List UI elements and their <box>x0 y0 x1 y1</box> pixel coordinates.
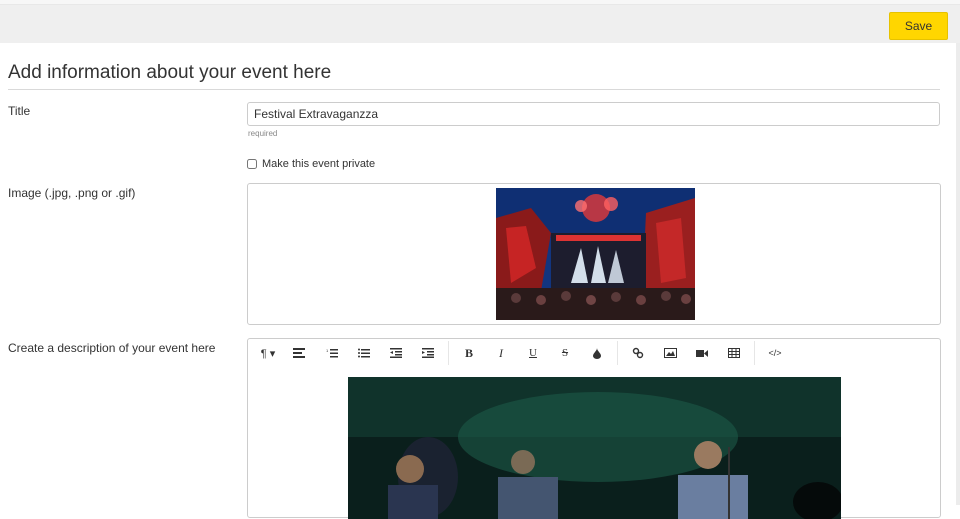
svg-text:1: 1 <box>326 348 329 353</box>
private-checkbox[interactable] <box>247 159 257 169</box>
save-button[interactable]: Save <box>889 12 948 40</box>
color-icon[interactable] <box>581 341 613 365</box>
image-upload-area[interactable] <box>247 183 941 325</box>
paragraph-style-icon[interactable]: ¶ ▾ <box>252 341 284 365</box>
description-label: Create a description of your event here <box>8 341 216 355</box>
strikethrough-icon[interactable]: S <box>549 341 581 365</box>
format-group: B I U S <box>449 341 618 365</box>
image-label: Image (.jpg, .png or .gif) <box>8 186 136 200</box>
scrollbar[interactable] <box>956 43 960 505</box>
page-title: Add information about your event here <box>8 62 332 83</box>
description-editor[interactable]: ¶ ▾ 1 B I U S </> <box>247 338 941 519</box>
underline-icon[interactable]: U <box>517 341 549 365</box>
unordered-list-icon[interactable] <box>348 341 380 365</box>
insert-group <box>618 341 755 365</box>
video-icon[interactable] <box>686 341 718 365</box>
event-image <box>496 188 695 320</box>
bold-icon[interactable]: B <box>453 341 485 365</box>
italic-icon[interactable]: I <box>485 341 517 365</box>
outdent-icon[interactable] <box>380 341 412 365</box>
indent-icon[interactable] <box>412 341 444 365</box>
paragraph-group: ¶ ▾ 1 <box>248 341 449 365</box>
title-label: Title <box>8 104 31 118</box>
code-group: </> <box>755 341 795 365</box>
align-icon[interactable] <box>284 341 316 365</box>
title-help-text: required <box>248 129 278 138</box>
description-image <box>348 377 841 519</box>
code-view-icon[interactable]: </> <box>759 341 791 365</box>
action-bar: Save <box>0 5 960 43</box>
link-icon[interactable] <box>622 341 654 365</box>
image-icon[interactable] <box>654 341 686 365</box>
table-icon[interactable] <box>718 341 750 365</box>
heading-divider <box>8 89 940 90</box>
title-input[interactable] <box>247 102 940 126</box>
ordered-list-icon[interactable]: 1 <box>316 341 348 365</box>
editor-toolbar: ¶ ▾ 1 B I U S </> <box>248 339 795 367</box>
private-toggle[interactable]: Make this event private <box>247 158 375 170</box>
private-label: Make this event private <box>262 158 376 170</box>
